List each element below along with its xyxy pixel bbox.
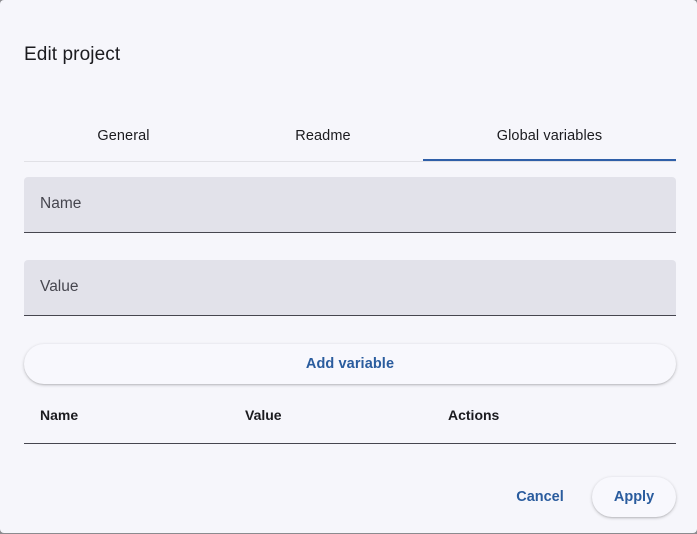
tab-global-variables-label: Global variables [496,128,603,144]
column-header-actions: Actions [448,407,500,423]
column-header-value[interactable]: Value [245,407,282,423]
add-variable-button[interactable]: Add variable [24,344,676,384]
cancel-button[interactable]: Cancel [504,477,576,517]
dialog-title: Edit project [24,44,121,65]
tab-readme[interactable]: Readme [223,112,423,160]
variable-name-input[interactable] [24,177,680,234]
apply-button[interactable]: Apply [592,477,676,517]
tab-general-label: General [97,128,150,144]
tab-general[interactable]: General [24,112,223,160]
tab-bar: General Readme Global variables [24,112,676,162]
variable-value-field[interactable]: Value [24,260,680,317]
tab-readme-label: Readme [295,128,351,144]
edit-project-dialog: Edit project General Readme Global varia… [0,0,697,533]
column-header-name[interactable]: Name [40,407,78,423]
variable-value-input[interactable] [24,260,680,317]
variable-name-field[interactable]: Name [24,177,680,234]
variables-table-header: Name Value Actions [24,396,676,444]
tab-global-variables[interactable]: Global variables [423,112,676,161]
